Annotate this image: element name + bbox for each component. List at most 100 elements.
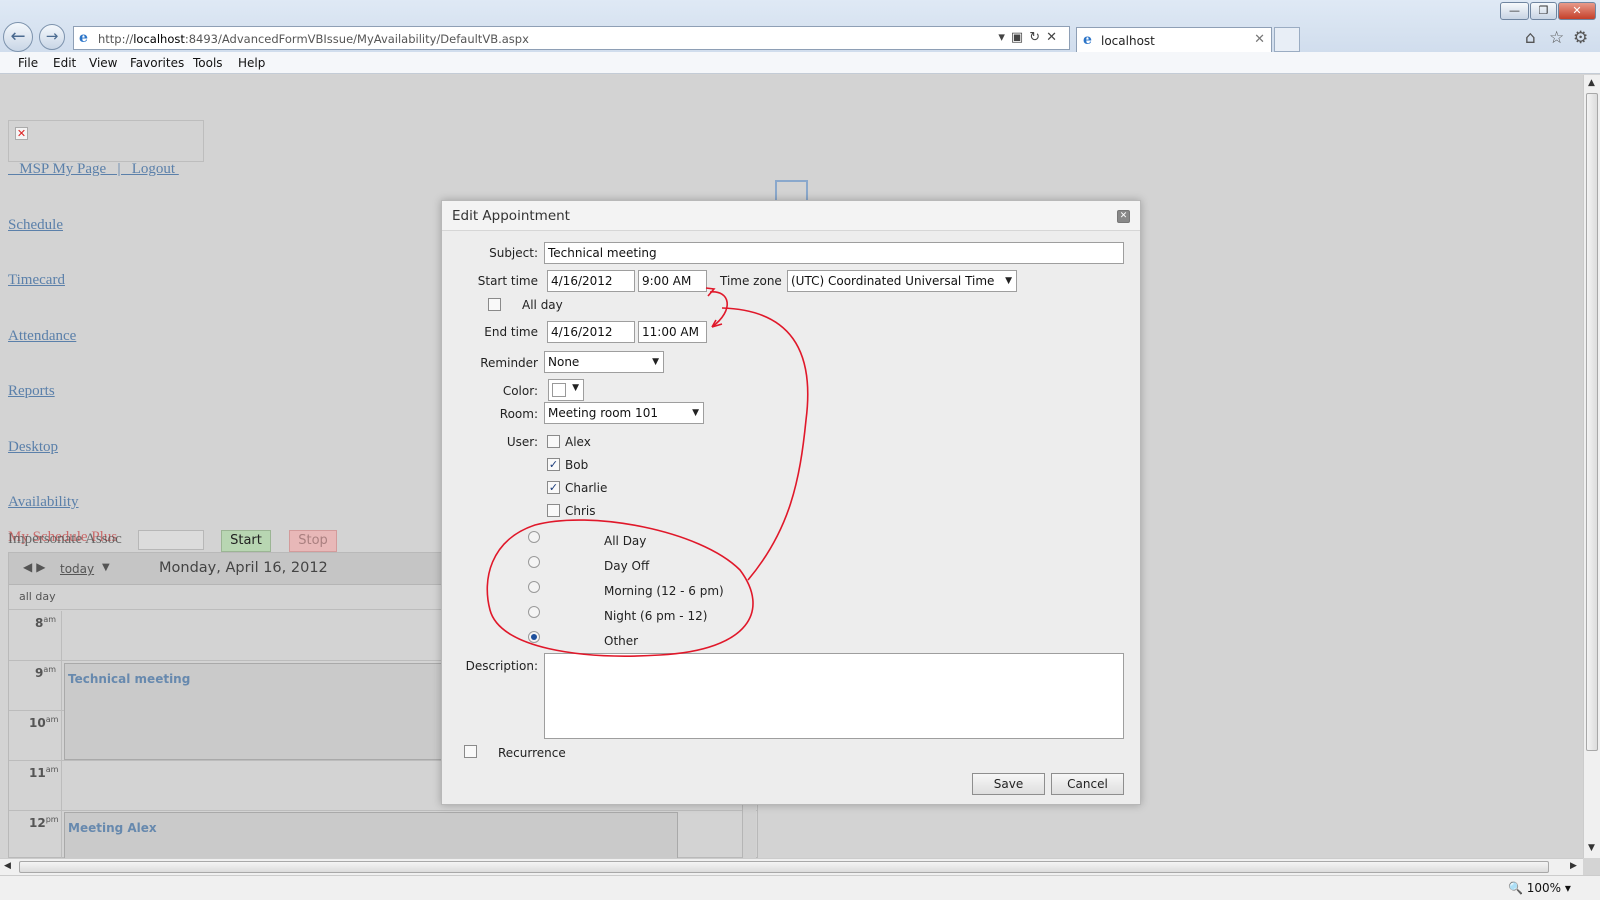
- browser-tab[interactable]: e localhost ✕: [1076, 27, 1272, 52]
- scroll-up-arrow-icon[interactable]: ▲: [1588, 78, 1595, 88]
- user-checkbox-charlie[interactable]: ✓: [547, 481, 560, 494]
- window-close-button[interactable]: ✕: [1558, 2, 1596, 20]
- back-button[interactable]: ←: [3, 22, 33, 52]
- room-select[interactable]: Meeting room 101 ▼: [544, 402, 704, 424]
- appointment-meeting-alex[interactable]: Meeting Alex: [64, 812, 678, 858]
- restore-button[interactable]: ❐: [1530, 2, 1557, 20]
- home-icon[interactable]: ⌂: [1525, 28, 1536, 48]
- scroll-down-arrow-icon[interactable]: ▼: [1588, 843, 1595, 853]
- nav-link-desktop[interactable]: Desktop: [8, 439, 58, 456]
- menu-help[interactable]: Help: [238, 56, 265, 70]
- calendar-prev-next-icons[interactable]: ◀▶: [23, 560, 49, 574]
- browser-titlebar: ← → e http://localhost:8493/AdvancedForm…: [0, 0, 1600, 58]
- radio-morning[interactable]: [528, 581, 540, 593]
- nav-link-reports[interactable]: Reports: [8, 383, 55, 400]
- time-zone-select[interactable]: (UTC) Coordinated Universal Time ▼: [787, 270, 1017, 292]
- radio-all-day[interactable]: [528, 531, 540, 543]
- refresh-icon[interactable]: ↻: [1029, 30, 1046, 45]
- nav-link-timecard[interactable]: Timecard: [8, 272, 65, 289]
- user-checkbox-chris[interactable]: [547, 504, 560, 517]
- end-time-label: End time: [484, 325, 538, 339]
- user-name-chris: Chris: [565, 504, 596, 518]
- description-textarea[interactable]: [544, 653, 1124, 739]
- top-links[interactable]: MSP My Page | Logout: [8, 161, 179, 178]
- today-dropdown-icon[interactable]: ▼: [102, 562, 110, 573]
- menu-tools[interactable]: Tools: [193, 56, 223, 70]
- reminder-select[interactable]: None ▼: [544, 351, 664, 373]
- scroll-right-arrow-icon[interactable]: ▶: [1570, 861, 1577, 871]
- impersonate-label: Impersonate Assoc: [8, 531, 122, 547]
- start-date-input[interactable]: 4/16/2012: [547, 270, 635, 292]
- nav-link-attendance[interactable]: Attendance: [8, 328, 76, 345]
- ie-page-icon: e: [79, 30, 88, 46]
- menu-file[interactable]: File: [18, 56, 38, 70]
- user-checkbox-bob[interactable]: ✓: [547, 458, 560, 471]
- color-label: Color:: [502, 384, 538, 398]
- horizontal-scrollbar[interactable]: ◀ ▶: [0, 858, 1583, 875]
- horizontal-scroll-thumb[interactable]: [19, 861, 1549, 873]
- vertical-scrollbar[interactable]: ▲ ▼: [1583, 75, 1600, 858]
- reminder-value: None: [548, 355, 580, 369]
- zoom-level[interactable]: 🔍 100% ▾: [1508, 881, 1571, 895]
- today-link[interactable]: today: [60, 562, 94, 576]
- logo-placeholder: ✕: [8, 120, 204, 162]
- vertical-scroll-thumb[interactable]: [1586, 93, 1598, 751]
- stop-button[interactable]: Stop: [289, 530, 337, 552]
- reminder-label: Reminder: [480, 356, 538, 370]
- menu-view[interactable]: View: [89, 56, 117, 70]
- radio-day-off[interactable]: [528, 556, 540, 568]
- chevron-down-icon: ▼: [692, 408, 699, 418]
- dropdown-arrow-icon[interactable]: ▾: [998, 30, 1011, 45]
- radio-label-other: Other: [604, 634, 639, 648]
- time-zone-label: Time zone: [720, 274, 782, 288]
- start-time-input[interactable]: 9:00 AM: [638, 270, 707, 292]
- end-date-input[interactable]: 4/16/2012: [547, 321, 635, 343]
- menu-edit[interactable]: Edit: [53, 56, 76, 70]
- radio-other[interactable]: [528, 631, 540, 643]
- status-bar: 🔍 100% ▾: [0, 875, 1600, 900]
- all-day-label: all day: [19, 590, 56, 603]
- hour-gutter: [61, 661, 62, 710]
- all-day-checkbox[interactable]: [488, 298, 501, 311]
- user-name-charlie: Charlie: [565, 481, 608, 495]
- menu-favorites[interactable]: Favorites: [130, 56, 184, 70]
- broken-image-icon: ✕: [15, 127, 28, 140]
- radio-label-day-off: Day Off: [604, 559, 650, 573]
- impersonate-input[interactable]: [138, 530, 204, 550]
- address-url[interactable]: http://localhost:8493/AdvancedFormVBIssu…: [98, 32, 529, 46]
- appointment-title: Meeting Alex: [68, 821, 157, 835]
- save-button[interactable]: Save: [972, 773, 1045, 795]
- recurrence-checkbox[interactable]: [464, 745, 477, 758]
- user-checkbox-alex[interactable]: [547, 435, 560, 448]
- settings-gear-icon[interactable]: ⚙: [1573, 28, 1588, 48]
- chevron-down-icon: ▼: [1005, 276, 1012, 286]
- end-time-input[interactable]: 11:00 AM: [638, 321, 707, 343]
- user-name-bob: Bob: [565, 458, 589, 472]
- cancel-button[interactable]: Cancel: [1051, 773, 1124, 795]
- nav-link-availability[interactable]: Availability: [8, 494, 79, 511]
- nav-link-schedule[interactable]: Schedule: [8, 217, 63, 234]
- start-time-label: Start time: [477, 274, 538, 288]
- minimize-button[interactable]: —: [1500, 2, 1529, 20]
- stop-icon[interactable]: ✕: [1046, 30, 1063, 45]
- dialog-close-icon[interactable]: ✕: [1117, 210, 1130, 223]
- chevron-down-icon: ▼: [652, 357, 659, 367]
- hour-label: 10am: [29, 715, 59, 730]
- tab-close-icon[interactable]: ✕: [1254, 32, 1265, 47]
- radio-night[interactable]: [528, 606, 540, 618]
- new-tab-button[interactable]: [1274, 27, 1300, 52]
- start-button[interactable]: Start: [221, 530, 271, 552]
- menu-bar: File Edit View Favorites Tools Help: [0, 52, 1600, 74]
- compatibility-view-icon[interactable]: ▣: [1011, 30, 1029, 45]
- hour-gutter: [61, 611, 62, 660]
- hour-label: 8am: [35, 615, 57, 630]
- room-label: Room:: [499, 407, 538, 421]
- chevron-down-icon: ▼: [572, 383, 579, 393]
- subject-input[interactable]: Technical meeting: [544, 242, 1124, 264]
- scroll-left-arrow-icon[interactable]: ◀: [4, 861, 11, 871]
- address-bar[interactable]: e http://localhost:8493/AdvancedFormVBIs…: [73, 26, 1070, 50]
- forward-button[interactable]: →: [39, 24, 65, 50]
- favorites-star-icon[interactable]: ☆: [1549, 28, 1564, 48]
- dialog-titlebar: Edit Appointment ✕: [442, 201, 1140, 231]
- color-picker[interactable]: ▼: [548, 379, 584, 401]
